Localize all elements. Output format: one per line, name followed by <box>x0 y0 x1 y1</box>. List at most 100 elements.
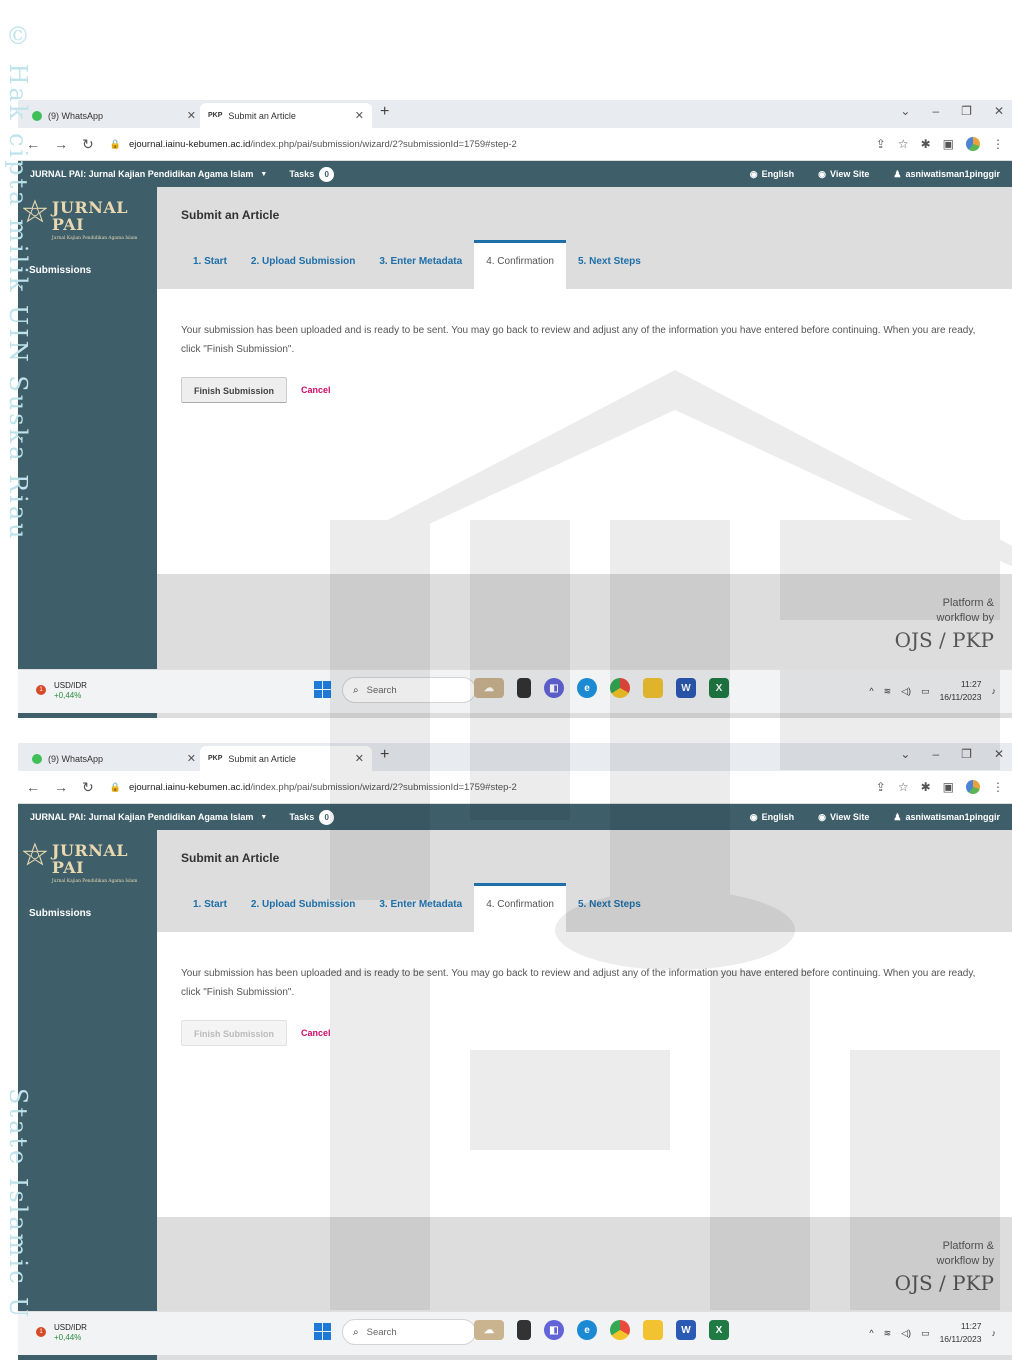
forward-icon[interactable]: → <box>54 136 68 153</box>
teams-chat-icon[interactable]: ◧ <box>544 678 564 698</box>
tab-whatsapp[interactable]: (9) WhatsApp ✕ <box>24 746 204 771</box>
clock[interactable]: 11:27 16/11/2023 <box>940 1320 982 1346</box>
weather-widget-icon[interactable]: ☁ <box>474 678 504 698</box>
close-tab-icon[interactable]: ✕ <box>355 109 364 122</box>
cancel-button[interactable]: Cancel <box>301 385 331 395</box>
notification-bell-icon[interactable]: ♪ <box>992 1328 997 1338</box>
weather-widget-icon[interactable]: ☁ <box>474 1320 504 1340</box>
cancel-button[interactable]: Cancel <box>301 1028 331 1038</box>
restore-icon[interactable]: ❐ <box>961 747 972 761</box>
wifi-icon[interactable]: ≋ <box>884 1328 892 1339</box>
windows-start-icon[interactable] <box>314 681 331 698</box>
tab-enter-metadata[interactable]: 3. Enter Metadata <box>367 883 474 932</box>
close-tab-icon[interactable]: ✕ <box>187 752 196 765</box>
extensions-icon[interactable]: ✱ <box>921 780 931 794</box>
teams-chat-icon[interactable]: ◧ <box>544 1320 564 1340</box>
clock[interactable]: 11:27 16/11/2023 <box>940 678 982 704</box>
reload-icon[interactable]: ↻ <box>82 136 94 153</box>
language-menu[interactable]: ◉ English <box>750 169 794 180</box>
stock-widget[interactable]: 1 USD/IDR +0,44% <box>36 1322 87 1342</box>
close-window-icon[interactable]: ✕ <box>994 104 1004 118</box>
profile-avatar-icon[interactable] <box>966 780 980 794</box>
sidebar-item-submissions[interactable]: Submissions <box>29 908 91 919</box>
sidebar-item-submissions[interactable]: Submissions <box>29 265 91 276</box>
tab-enter-metadata[interactable]: 3. Enter Metadata <box>367 240 474 289</box>
language-menu[interactable]: ◉ English <box>750 812 794 823</box>
tasks-link[interactable]: Tasks 0 <box>289 166 335 182</box>
taskbar-search[interactable]: ⌕ Search <box>342 1319 476 1345</box>
back-icon[interactable]: ← <box>26 779 40 796</box>
bookmark-star-icon[interactable]: ☆ <box>898 780 909 794</box>
extensions-icon[interactable]: ✱ <box>921 137 931 151</box>
tab-upload-submission[interactable]: 2. Upload Submission <box>239 883 367 932</box>
chrome-browser-icon[interactable] <box>610 1320 630 1340</box>
tab-start[interactable]: 1. Start <box>181 240 239 289</box>
tab-upload-submission[interactable]: 2. Upload Submission <box>239 240 367 289</box>
stock-widget[interactable]: 1 USD/IDR +0,44% <box>36 680 87 700</box>
journal-context-menu[interactable]: JURNAL PAI: Jurnal Kajian Pendidikan Aga… <box>30 812 253 822</box>
edge-browser-icon[interactable]: e <box>577 1320 597 1340</box>
forward-icon[interactable]: → <box>54 779 68 796</box>
taskbar-search[interactable]: ⌕ Search <box>342 677 476 703</box>
user-menu[interactable]: ♟ asniwatisman1pinggir <box>893 812 1000 823</box>
caret-down-icon[interactable]: ▼ <box>260 814 267 821</box>
view-site-link[interactable]: ◉ View Site <box>818 812 869 823</box>
close-window-icon[interactable]: ✕ <box>994 747 1004 761</box>
bookmark-star-icon[interactable]: ☆ <box>898 137 909 151</box>
menu-kebab-icon[interactable]: ⋮ <box>992 137 1004 151</box>
tab-search-chevron-icon[interactable]: ⌄ <box>900 104 910 118</box>
tray-chevron-up-icon[interactable]: ^ <box>869 686 873 696</box>
new-tab-icon[interactable]: + <box>380 746 389 764</box>
tab-confirmation[interactable]: 4. Confirmation <box>474 240 566 289</box>
tray-chevron-up-icon[interactable]: ^ <box>869 1328 873 1338</box>
tab-start[interactable]: 1. Start <box>181 883 239 932</box>
url-field[interactable]: 🔒 ejournal.iainu-kebumen.ac.id /index.ph… <box>110 782 517 793</box>
volume-icon[interactable]: ◁) <box>901 1328 911 1339</box>
share-icon[interactable]: ⇪ <box>876 137 886 151</box>
notification-bell-icon[interactable]: ♪ <box>992 686 997 696</box>
reload-icon[interactable]: ↻ <box>82 779 94 796</box>
side-panel-icon[interactable]: ▣ <box>943 780 954 794</box>
url-field[interactable]: 🔒 ejournal.iainu-kebumen.ac.id /index.ph… <box>110 139 517 150</box>
word-icon[interactable]: W <box>676 678 696 698</box>
file-explorer-icon[interactable] <box>643 1320 663 1340</box>
volume-icon[interactable]: ◁) <box>901 686 911 697</box>
close-tab-icon[interactable]: ✕ <box>187 109 196 122</box>
excel-icon[interactable]: X <box>709 678 729 698</box>
minimize-icon[interactable]: – <box>932 104 939 118</box>
finish-submission-button[interactable]: Finish Submission <box>181 1020 288 1046</box>
caret-down-icon[interactable]: ▼ <box>260 171 267 178</box>
pkp-brand-link[interactable]: Platform & workflow by OJS / PKP <box>895 1239 994 1295</box>
wifi-icon[interactable]: ≋ <box>884 686 892 697</box>
tab-submit-article[interactable]: PKP Submit an Article ✕ <box>200 746 372 771</box>
task-view-icon[interactable] <box>517 1320 531 1340</box>
windows-start-icon[interactable] <box>314 1323 331 1340</box>
edge-browser-icon[interactable]: e <box>577 678 597 698</box>
journal-logo[interactable]: JURNAL PAI Jurnal Kajian Pendidikan Agam… <box>23 842 157 884</box>
file-explorer-icon[interactable] <box>643 678 663 698</box>
tab-next-steps[interactable]: 5. Next Steps <box>566 883 653 932</box>
tab-whatsapp[interactable]: (9) WhatsApp ✕ <box>24 103 204 128</box>
journal-context-menu[interactable]: JURNAL PAI: Jurnal Kajian Pendidikan Aga… <box>30 169 253 179</box>
battery-icon[interactable]: ▭ <box>921 686 930 697</box>
view-site-link[interactable]: ◉ View Site <box>818 169 869 180</box>
share-icon[interactable]: ⇪ <box>876 780 886 794</box>
tasks-link[interactable]: Tasks 0 <box>289 809 335 825</box>
tab-search-chevron-icon[interactable]: ⌄ <box>900 747 910 761</box>
tab-confirmation[interactable]: 4. Confirmation <box>474 883 566 932</box>
restore-icon[interactable]: ❐ <box>961 104 972 118</box>
user-menu[interactable]: ♟ asniwatisman1pinggir <box>893 169 1000 180</box>
minimize-icon[interactable]: – <box>932 747 939 761</box>
journal-logo[interactable]: JURNAL PAI Jurnal Kajian Pendidikan Agam… <box>23 199 157 241</box>
profile-avatar-icon[interactable] <box>966 137 980 151</box>
side-panel-icon[interactable]: ▣ <box>943 137 954 151</box>
word-icon[interactable]: W <box>676 1320 696 1340</box>
battery-icon[interactable]: ▭ <box>921 1328 930 1339</box>
tab-submit-article[interactable]: PKP Submit an Article ✕ <box>200 103 372 128</box>
task-view-icon[interactable] <box>517 678 531 698</box>
tab-next-steps[interactable]: 5. Next Steps <box>566 240 653 289</box>
pkp-brand-link[interactable]: Platform & workflow by OJS / PKP <box>895 596 994 652</box>
finish-submission-button[interactable]: Finish Submission <box>181 377 288 403</box>
chrome-browser-icon[interactable] <box>610 678 630 698</box>
new-tab-icon[interactable]: + <box>380 103 389 121</box>
